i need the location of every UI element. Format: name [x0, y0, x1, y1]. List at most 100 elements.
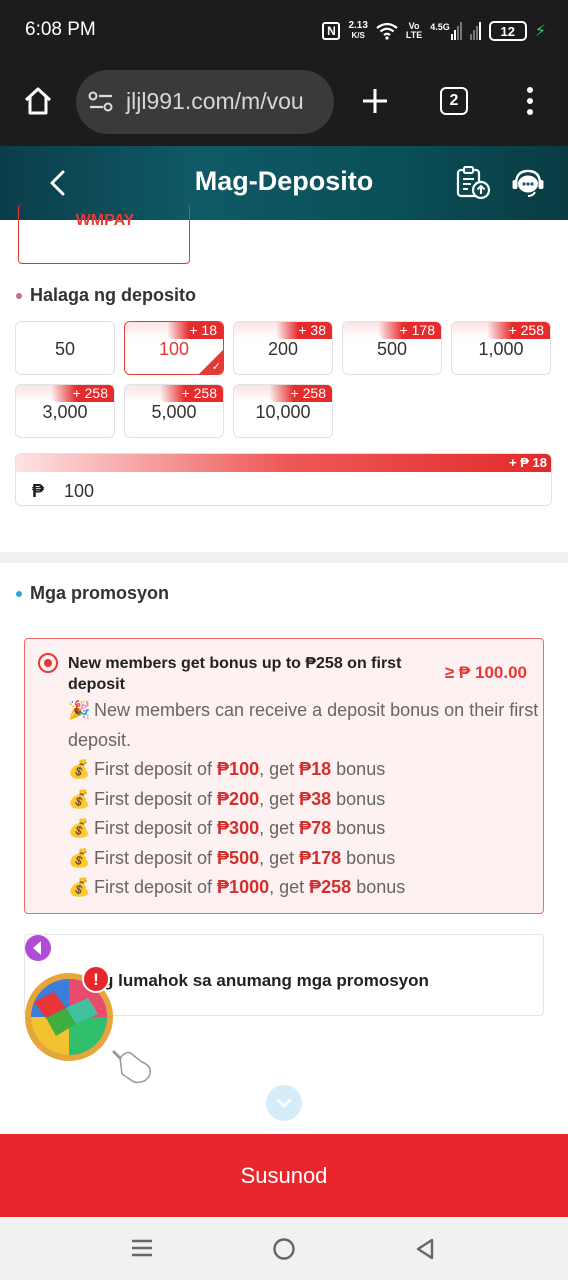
amount-bonus-badge: + 18 [167, 322, 223, 339]
promo-intro: 🎉 New members can receive a deposit bonus… [68, 696, 543, 755]
tier-amount: ₱1000 [217, 877, 270, 897]
tier-suffix: bonus [341, 847, 396, 868]
tier-mid: , get [259, 759, 300, 779]
promo-tier: 💰 First deposit of ₱200, get ₱38 bonus [68, 785, 543, 815]
tier-amount: ₱100 [217, 759, 260, 779]
new-tab-icon[interactable] [361, 87, 389, 115]
tier-suffix: bonus [331, 759, 386, 779]
status-bar: 6:08 PM N 2.13 K/S Vo LTE 4.5G 12 ⚡ [0, 0, 568, 62]
promo-intro-text: New members can receive a deposit bonus … [68, 700, 539, 750]
network-type: 4.5G [430, 22, 450, 32]
battery-icon: 12 [488, 21, 527, 41]
browser-toolbar: jljl991.com/m/vou 2 [0, 62, 568, 146]
more-menu-icon[interactable] [525, 86, 535, 116]
network-speed: 2.13 K/S [348, 21, 367, 41]
tier-prefix: First deposit of [94, 759, 218, 779]
tab-switcher-button[interactable]: 2 [440, 87, 468, 115]
amount-option-100[interactable]: + 18 100 ✓ [124, 321, 224, 375]
scroll-down-button[interactable] [266, 1085, 302, 1121]
amount-option-10000[interactable]: + 258 10,000 [233, 384, 333, 438]
amount-bonus-badge: + 258 [268, 385, 332, 402]
deposit-record-icon[interactable] [455, 166, 491, 200]
promo-tier: 💰 First deposit of ₱1000, get ₱258 bonus [68, 873, 543, 903]
tier-bonus: ₱18 [299, 759, 332, 779]
money-bag-icon: 💰 [68, 847, 91, 868]
url-text: jljl991.com/m/vou [126, 88, 304, 114]
collapse-widget-icon[interactable] [24, 934, 52, 962]
amount-option-3000[interactable]: + 258 3,000 [15, 384, 115, 438]
promo-tier: 💰 First deposit of ₱500, get ₱178 bonus [68, 844, 543, 874]
check-icon: ✓ [211, 361, 221, 373]
promo-tier: 💰 First deposit of ₱300, get ₱78 bonus [68, 814, 543, 844]
deposit-amount-heading: Halaga ng deposito [16, 285, 196, 306]
amount-value: 3,000 [42, 402, 88, 422]
tier-amount: ₱500 [217, 847, 260, 868]
customer-service-icon[interactable] [511, 167, 545, 199]
tier-bonus: ₱78 [299, 818, 332, 838]
section-dot [16, 292, 22, 299]
amount-option-200[interactable]: + 38 200 [233, 321, 333, 375]
network-speed-unit: K/S [351, 31, 365, 40]
status-time: 6:08 PM [25, 19, 96, 40]
input-bonus-label: + ₱ 18 [509, 455, 547, 470]
money-bag-icon: 💰 [68, 818, 91, 838]
peso-symbol: ₱ [32, 481, 45, 501]
amount-option-50[interactable]: 50 [15, 321, 115, 375]
tier-mid: , get [269, 877, 310, 897]
wifi-icon [376, 22, 398, 40]
home-nav-icon[interactable] [272, 1237, 296, 1261]
deposit-amount-input[interactable] [64, 481, 464, 502]
tier-suffix: bonus [331, 818, 386, 838]
promo-card-new-members[interactable]: New members get bonus up to ₱258 on firs… [24, 638, 544, 914]
signal-icon: 4.5G [430, 22, 481, 40]
svg-text:!: ! [93, 970, 99, 989]
tier-bonus: ₱258 [309, 877, 352, 897]
back-nav-icon[interactable] [414, 1237, 436, 1261]
tier-amount: ₱300 [217, 818, 260, 838]
amount-option-500[interactable]: + 178 500 [342, 321, 442, 375]
chevron-down-icon [276, 1098, 292, 1108]
volte-icon: Vo LTE [406, 22, 422, 40]
promo-tier: 💰 First deposit of ₱100, get ₱18 bonus [68, 755, 543, 785]
amount-value: 5,000 [151, 402, 197, 422]
home-icon[interactable] [22, 85, 54, 117]
amount-bonus-badge: + 258 [486, 322, 550, 339]
payment-method-card[interactable]: WMPAY [18, 204, 190, 264]
recents-icon[interactable] [130, 1238, 154, 1258]
tier-suffix: bonus [351, 877, 406, 897]
deposit-amount-field[interactable]: + ₱ 18 ₱ [15, 453, 552, 506]
section-divider [0, 552, 568, 563]
tier-prefix: First deposit of [94, 788, 218, 809]
amount-value: 50 [54, 339, 76, 359]
charging-icon: ⚡ [534, 23, 546, 40]
amount-bonus-badge: + 258 [159, 385, 223, 402]
promo-title: New members get bonus up to ₱258 on firs… [68, 655, 402, 693]
tier-mid: , get [259, 788, 300, 809]
input-bonus-bar [16, 454, 551, 472]
amount-value: 200 [267, 339, 299, 359]
nfc-icon: N [322, 22, 341, 40]
status-icons: N 2.13 K/S Vo LTE 4.5G 12 ⚡ [322, 18, 546, 44]
network-speed-value: 2.13 [348, 20, 368, 31]
section-dot [16, 590, 22, 597]
payment-method-label: WMPAY [75, 212, 135, 229]
tier-suffix: bonus [331, 788, 386, 809]
next-button[interactable]: Susunod [0, 1134, 568, 1217]
amount-option-1000[interactable]: + 258 1,000 [451, 321, 551, 375]
site-settings-icon[interactable] [88, 90, 114, 114]
system-nav-bar [0, 1217, 568, 1280]
amount-bonus-badge: + 258 [50, 385, 114, 402]
lucky-wheel-widget-icon[interactable]: ! [24, 962, 164, 1090]
money-bag-icon: 💰 [68, 788, 91, 809]
amount-bonus-badge: + 178 [377, 322, 441, 339]
amount-value: 1,000 [478, 339, 524, 359]
tier-prefix: First deposit of [94, 877, 218, 897]
amount-value: 10,000 [255, 402, 311, 422]
promotions-heading: Mga promosyon [16, 583, 169, 604]
promo-description: 🎉 New members can receive a deposit bonus… [68, 696, 543, 903]
promo-radio-selected[interactable] [38, 653, 58, 673]
volte-bottom: LTE [405, 30, 423, 40]
address-bar[interactable]: jljl991.com/m/vou [76, 70, 334, 134]
money-bag-icon: 💰 [68, 877, 91, 897]
amount-option-5000[interactable]: + 258 5,000 [124, 384, 224, 438]
